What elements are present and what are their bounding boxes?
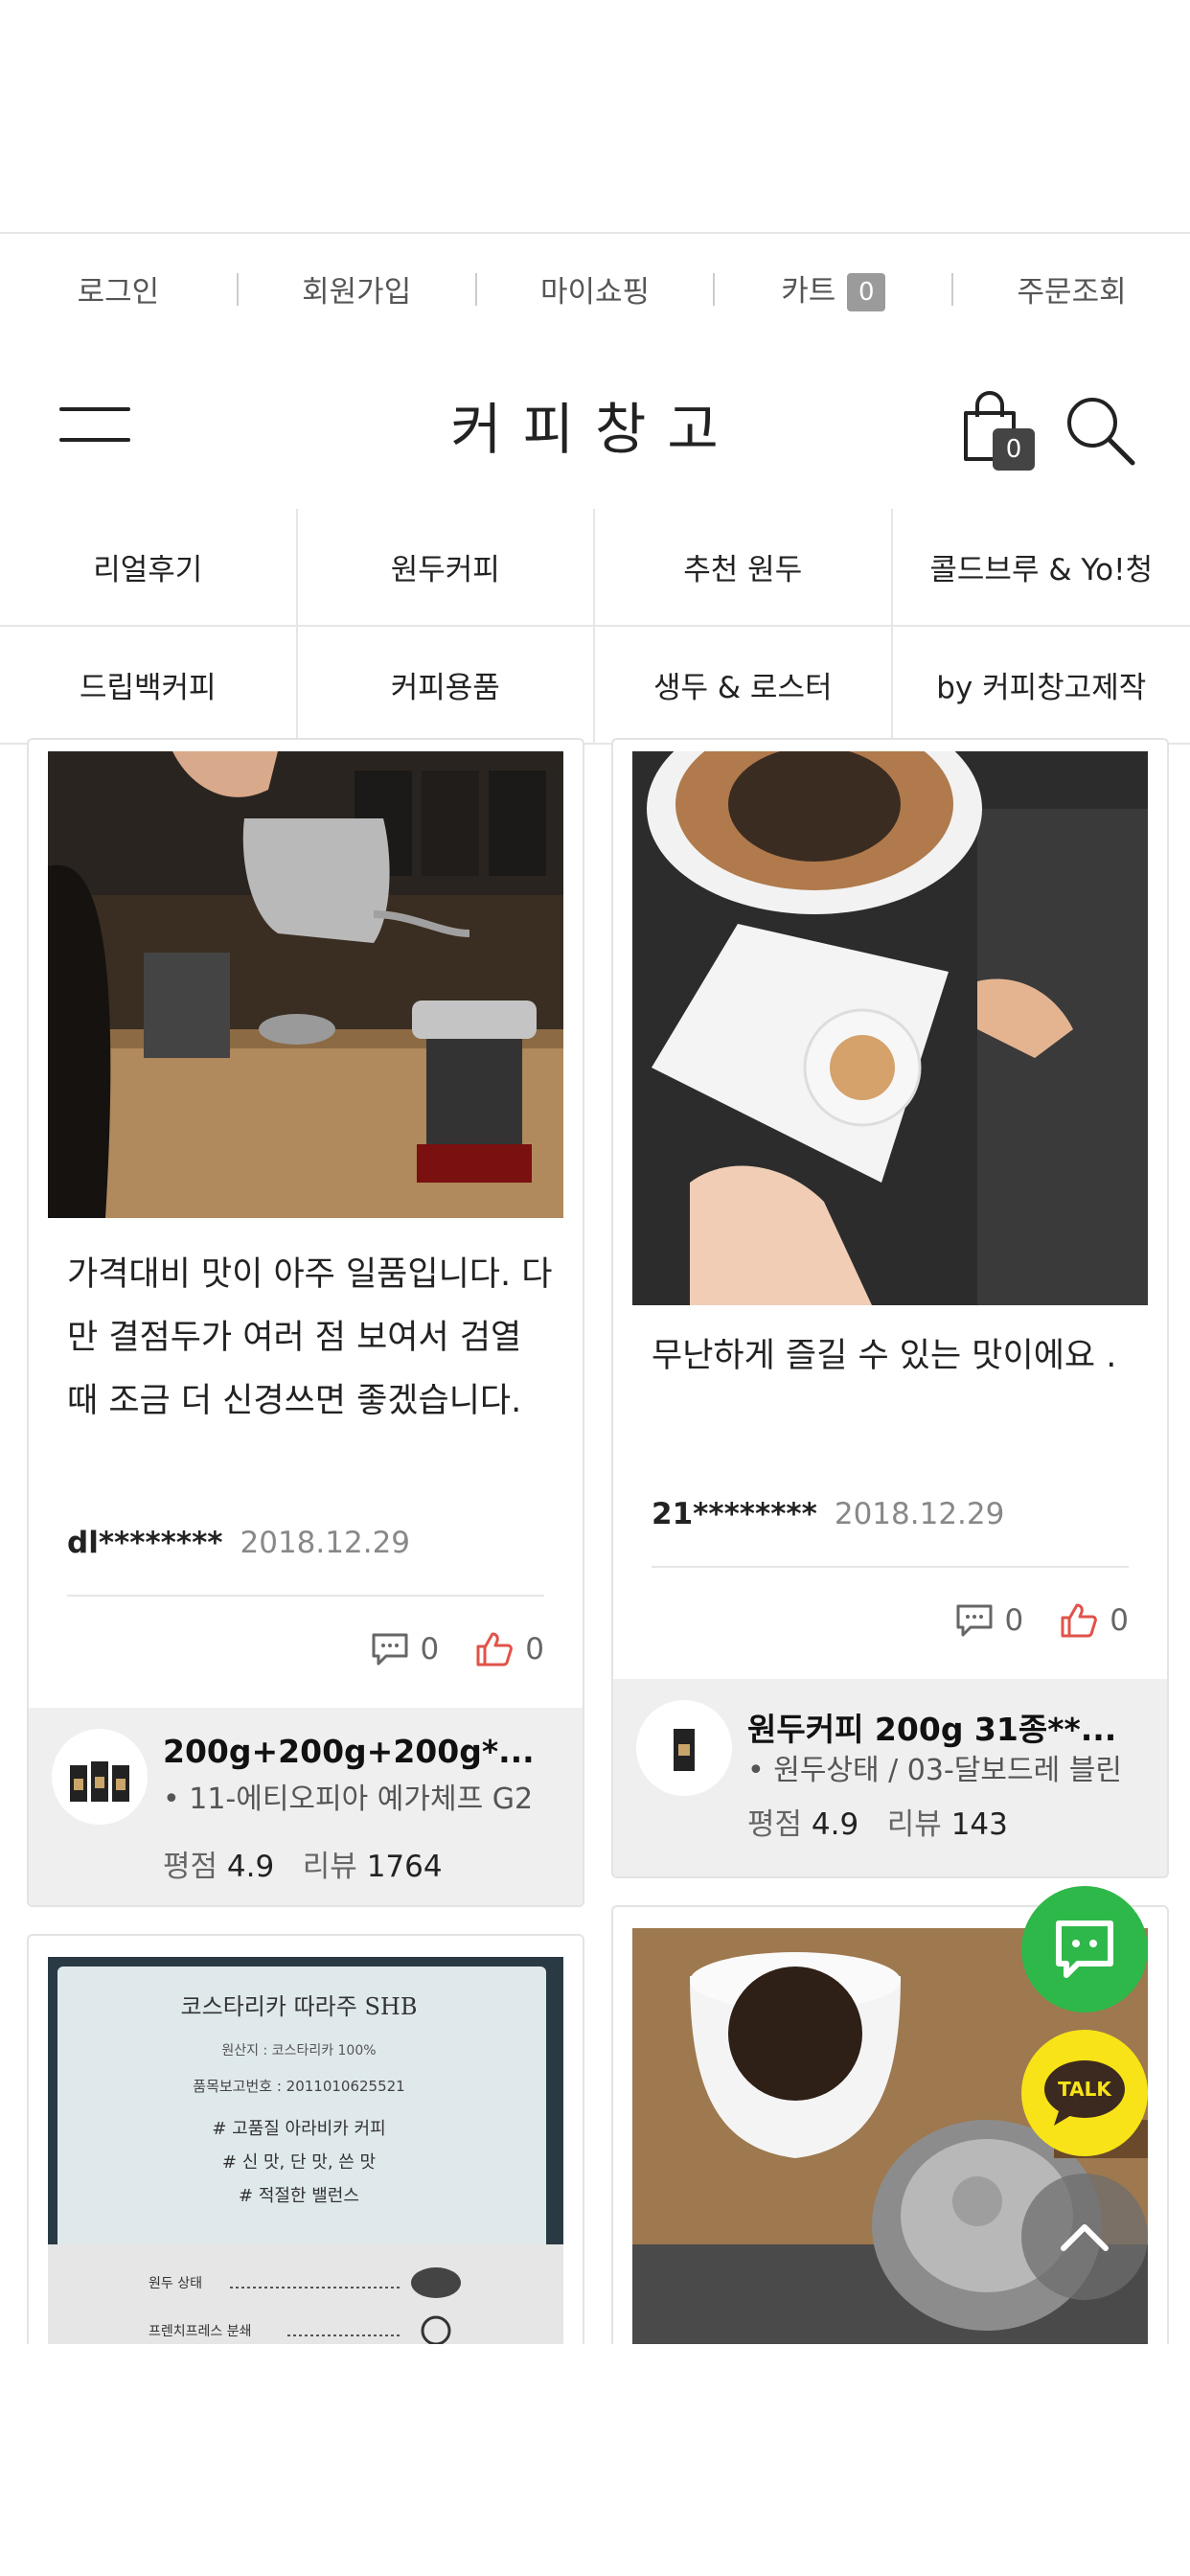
- category-green-beans-roaster[interactable]: 생두 & 로스터: [595, 627, 893, 745]
- product-thumbnail: [636, 1700, 732, 1796]
- shopping-bag-button[interactable]: 0: [958, 388, 1037, 474]
- product-option: • 11-에티오피아 예가체프 G2: [163, 1782, 534, 1816]
- review-count-label: 리뷰: [886, 1807, 942, 1842]
- like-button[interactable]: 0: [1060, 1602, 1129, 1639]
- category-house-made[interactable]: by 커피창고제작: [892, 627, 1190, 745]
- bag-count-badge: 0: [993, 428, 1035, 471]
- chat-button[interactable]: [1021, 1886, 1148, 2012]
- review-photo[interactable]: [48, 751, 563, 1218]
- site-header: 커피창고 0: [0, 342, 1190, 511]
- search-icon: [1067, 398, 1135, 466]
- talk-label: TALK: [1058, 2078, 1112, 2101]
- comment-count: 0: [1004, 1603, 1024, 1638]
- review-actions: 0 0: [334, 1631, 544, 1668]
- rating-value: 4.9: [811, 1807, 859, 1842]
- comment-button[interactable]: 0: [955, 1603, 1024, 1638]
- bag-label-tag: # 적절한 밸런스: [239, 2186, 359, 2206]
- thumbs-up-icon: [1061, 1603, 1098, 1638]
- review-count-value: 1764: [366, 1850, 443, 1884]
- rating-label: 평점: [747, 1807, 803, 1842]
- review-text: 무난하게 즐길 수 있는 맛이에요 .: [652, 1337, 1117, 1375]
- review-photo[interactable]: [632, 751, 1148, 1305]
- reviewer-name: 21********: [652, 1497, 817, 1531]
- talk-bubble-icon: TALK: [1044, 2060, 1125, 2126]
- review-text: 가격대비 맛이 아주 일품입니다. 다만 결점두가 여러 점 보여서 검열 때 …: [67, 1255, 553, 1420]
- comment-icon: [372, 1633, 408, 1666]
- coffee-bags-image: [70, 1761, 129, 1802]
- product-name: 원두커피 200g 31종**...: [747, 1711, 1117, 1748]
- comment-count: 0: [420, 1632, 440, 1667]
- thumbs-up-icon: [476, 1632, 514, 1667]
- review-date: 2018.12.29: [834, 1497, 1005, 1531]
- chat-bubble-icon: [1056, 1920, 1113, 1978]
- category-cold-brew[interactable]: 콜드브루 & Yo!청: [892, 509, 1190, 627]
- utility-bar: 로그인 회원가입 마이쇼핑 카트 0 주문조회: [0, 232, 1190, 346]
- kakao-talk-button[interactable]: TALK: [1021, 2030, 1148, 2156]
- review-count-value: 143: [950, 1807, 1008, 1842]
- app-root: 로그인 회원가입 마이쇼핑 카트 0 주문조회 커피창고 0 리얼후기 원두커피…: [0, 0, 1190, 2576]
- divider: [652, 1566, 1129, 1568]
- review-card[interactable]: 가격대비 맛이 아주 일품입니다. 다만 결점두가 여러 점 보여서 검열 때 …: [27, 738, 584, 1907]
- cart-count-badge: 0: [847, 273, 886, 312]
- join-link[interactable]: 회원가입: [239, 267, 475, 310]
- category-real-review[interactable]: 리얼후기: [0, 509, 298, 627]
- review-actions: 0 0: [919, 1602, 1129, 1639]
- like-button[interactable]: 0: [475, 1631, 544, 1668]
- review-date: 2018.12.29: [240, 1526, 411, 1560]
- category-coffee-tools[interactable]: 커피용품: [297, 627, 595, 745]
- myshop-link[interactable]: 마이쇼핑: [477, 267, 714, 310]
- bag-label-title: 코스타리카 따라주 SHB: [181, 1993, 418, 2020]
- like-count: 0: [1110, 1603, 1129, 1638]
- reviewer-name: dl********: [67, 1526, 223, 1560]
- bag-label-row: 원두 상태: [149, 2276, 202, 2291]
- login-link[interactable]: 로그인: [0, 267, 237, 310]
- bag-label-report: 품목보고번호 : 2011010625521: [193, 2078, 404, 2095]
- category-drip-bag[interactable]: 드립백커피: [0, 627, 298, 745]
- rating-value: 4.9: [226, 1850, 275, 1884]
- coffee-bag-image: [674, 1729, 695, 1771]
- bag-label-origin: 원산지 : 코스타리카 100%: [221, 2043, 376, 2058]
- scroll-top-button[interactable]: [1021, 2174, 1148, 2300]
- review-meta: 21******** 2018.12.29: [652, 1497, 1004, 1531]
- bag-label-tag: # 고품질 아라비카 커피: [212, 2119, 385, 2139]
- product-option: • 원두상태 / 03-달보드레 블린: [747, 1754, 1122, 1787]
- product-stats: 평점 4.9 리뷰 143: [747, 1800, 1008, 1843]
- review-photo[interactable]: 코스타리카 따라주 SHB 원산지 : 코스타리카 100% 품목보고번호 : …: [48, 1957, 563, 2369]
- bag-label-tag: # 신 맛, 단 맛, 쓴 맛: [222, 2152, 376, 2173]
- divider: [67, 1595, 544, 1597]
- cart-label: 카트: [781, 273, 836, 309]
- review-card[interactable]: 무난하게 즐길 수 있는 맛이에요 . 21******** 2018.12.29…: [611, 738, 1169, 1878]
- product-name: 200g+200g+200g*...: [163, 1733, 535, 1770]
- product-thumbnail: [52, 1729, 148, 1825]
- product-stats: 평점 4.9 리뷰 1764: [163, 1842, 443, 1885]
- review-meta: dl******** 2018.12.29: [67, 1526, 410, 1560]
- like-count: 0: [525, 1632, 544, 1667]
- bottom-blank-area: [0, 2344, 1190, 2576]
- cart-link[interactable]: 카트 0: [715, 266, 951, 312]
- order-lookup-link[interactable]: 주문조회: [953, 267, 1190, 310]
- category-bean-coffee[interactable]: 원두커피: [297, 509, 595, 627]
- linked-product[interactable]: 원두커피 200g 31종**... • 원두상태 / 03-달보드레 블린 평…: [613, 1679, 1167, 1876]
- review-count-label: 리뷰: [302, 1850, 357, 1884]
- comment-button[interactable]: 0: [371, 1632, 440, 1667]
- comment-icon: [956, 1604, 993, 1637]
- category-recommended-beans[interactable]: 추천 원두: [595, 509, 893, 627]
- rating-label: 평점: [163, 1850, 218, 1884]
- chevron-up-icon: [1061, 2224, 1109, 2251]
- bag-label-row: 프렌치프레스 분쇄: [149, 2324, 252, 2339]
- linked-product[interactable]: 200g+200g+200g*... • 11-에티오피아 예가체프 G2 평점…: [29, 1708, 583, 1905]
- search-button[interactable]: [1062, 392, 1138, 469]
- category-nav: 리얼후기 원두커피 추천 원두 콜드브루 & Yo!청 드립백커피 커피용품 생…: [0, 509, 1190, 745]
